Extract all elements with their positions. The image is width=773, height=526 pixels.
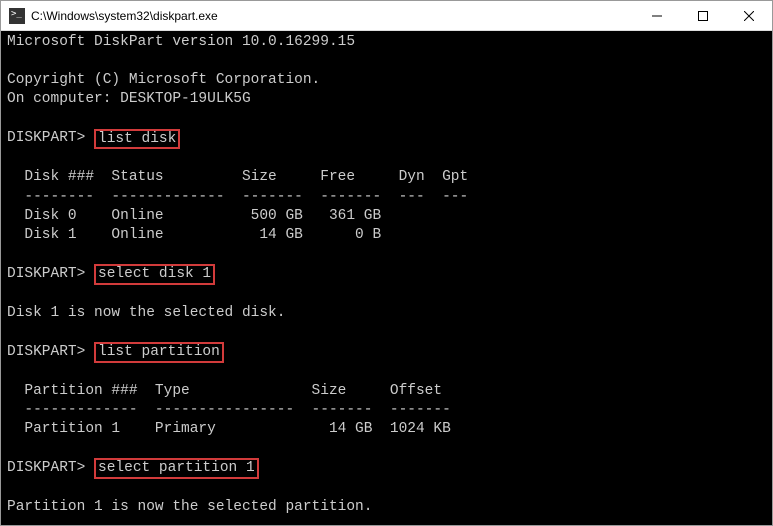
disk-table-header: Disk ### Status Size Free Dyn Gpt <box>7 169 468 185</box>
version-line: Microsoft DiskPart version 10.0.16299.15 <box>7 34 355 50</box>
cmd-icon <box>9 8 25 24</box>
close-button[interactable] <box>726 1 772 30</box>
computer-line: On computer: DESKTOP-19ULK5G <box>7 91 251 107</box>
partition-table-header: Partition ### Type Size Offset <box>7 383 442 399</box>
msg-partition-selected: Partition 1 is now the selected partitio… <box>7 499 372 515</box>
prompt: DISKPART> <box>7 343 94 362</box>
disk-row-0: Disk 0 Online 500 GB 361 GB <box>7 208 381 224</box>
partition-row-0: Partition 1 Primary 14 GB 1024 KB <box>7 421 451 437</box>
app-window: C:\Windows\system32\diskpart.exe Microso… <box>0 0 773 526</box>
titlebar[interactable]: C:\Windows\system32\diskpart.exe <box>1 1 772 31</box>
disk-row-1: Disk 1 Online 14 GB 0 B <box>7 227 381 243</box>
maximize-button[interactable] <box>680 1 726 30</box>
terminal-output[interactable]: Microsoft DiskPart version 10.0.16299.15… <box>1 31 772 525</box>
prompt: DISKPART> <box>7 265 94 284</box>
partition-table-divider: ------------- ---------------- ------- -… <box>7 402 451 418</box>
disk-table-divider: -------- ------------- ------- ------- -… <box>7 189 468 205</box>
prompt: DISKPART> <box>7 129 94 148</box>
cmd-list-disk: list disk <box>94 129 180 150</box>
window-title: C:\Windows\system32\diskpart.exe <box>31 9 634 23</box>
cmd-select-partition: select partition 1 <box>94 458 259 479</box>
prompt: DISKPART> <box>7 459 94 478</box>
minimize-button[interactable] <box>634 1 680 30</box>
cmd-select-disk: select disk 1 <box>94 264 215 285</box>
copyright-line: Copyright (C) Microsoft Corporation. <box>7 72 320 88</box>
window-controls <box>634 1 772 30</box>
cmd-list-partition: list partition <box>94 342 224 363</box>
msg-disk-selected: Disk 1 is now the selected disk. <box>7 305 285 321</box>
